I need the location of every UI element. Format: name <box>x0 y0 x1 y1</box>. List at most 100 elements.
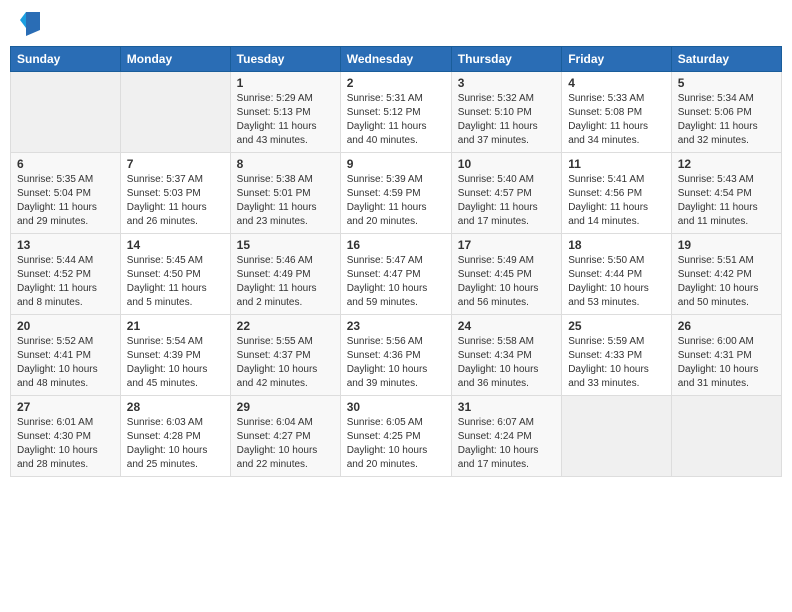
day-info: Sunrise: 5:29 AM Sunset: 5:13 PM Dayligh… <box>237 92 334 148</box>
day-number: 5 <box>678 76 775 90</box>
calendar-cell: 3Sunrise: 5:32 AM Sunset: 5:10 PM Daylig… <box>451 72 561 153</box>
calendar-cell: 11 Sunrise: 5:41 AM Sunset: 4:56 PM Dayli… <box>562 153 672 234</box>
calendar-week-5: 27 Sunrise: 6:01 AM Sunset: 4:30 PM Dayli… <box>11 396 782 477</box>
day-number: 26 <box>678 319 775 333</box>
day-number: 11 <box>568 157 665 171</box>
calendar-cell: 13 Sunrise: 5:44 AM Sunset: 4:52 PM Dayli… <box>11 234 121 315</box>
calendar-week-1: 1Sunrise: 5:29 AM Sunset: 5:13 PM Daylig… <box>11 72 782 153</box>
day-number: 29 <box>237 400 334 414</box>
calendar-cell: 20 Sunrise: 5:52 AM Sunset: 4:41 PM Dayli… <box>11 315 121 396</box>
day-info: Sunrise: 5:51 AM Sunset: 4:42 PM Dayligh… <box>678 254 775 310</box>
calendar-cell: 17Sunrise: 5:49 AM Sunset: 4:45 PM Dayli… <box>451 234 561 315</box>
day-info: Sunrise: 5:41 AM Sunset: 4:56 PM Dayligh… <box>568 173 665 229</box>
calendar-cell <box>562 396 672 477</box>
day-number: 2 <box>347 76 445 90</box>
day-number: 15 <box>237 238 334 252</box>
day-number: 30 <box>347 400 445 414</box>
calendar-cell: 4 Sunrise: 5:33 AM Sunset: 5:08 PM Daylig… <box>562 72 672 153</box>
logo <box>14 10 42 38</box>
weekday-header-friday: Friday <box>562 47 672 72</box>
day-number: 18 <box>568 238 665 252</box>
day-number: 31 <box>458 400 555 414</box>
calendar-cell: 23Sunrise: 5:56 AM Sunset: 4:36 PM Dayli… <box>340 315 451 396</box>
day-number: 10 <box>458 157 555 171</box>
day-number: 8 <box>237 157 334 171</box>
calendar-cell <box>120 72 230 153</box>
day-info: Sunrise: 5:55 AM Sunset: 4:37 PM Dayligh… <box>237 335 334 391</box>
calendar-week-2: 6Sunrise: 5:35 AM Sunset: 5:04 PM Daylig… <box>11 153 782 234</box>
day-number: 7 <box>127 157 224 171</box>
weekday-header-thursday: Thursday <box>451 47 561 72</box>
day-info: Sunrise: 5:33 AM Sunset: 5:08 PM Dayligh… <box>568 92 665 148</box>
calendar-cell <box>11 72 121 153</box>
day-info: Sunrise: 5:34 AM Sunset: 5:06 PM Dayligh… <box>678 92 775 148</box>
day-number: 19 <box>678 238 775 252</box>
calendar-cell: 19 Sunrise: 5:51 AM Sunset: 4:42 PM Dayli… <box>671 234 781 315</box>
day-info: Sunrise: 5:43 AM Sunset: 4:54 PM Dayligh… <box>678 173 775 229</box>
day-info: Sunrise: 5:58 AM Sunset: 4:34 PM Dayligh… <box>458 335 555 391</box>
calendar-cell: 9 Sunrise: 5:39 AM Sunset: 4:59 PM Daylig… <box>340 153 451 234</box>
day-number: 13 <box>17 238 114 252</box>
day-info: Sunrise: 5:45 AM Sunset: 4:50 PM Dayligh… <box>127 254 224 310</box>
calendar-cell: 12Sunrise: 5:43 AM Sunset: 4:54 PM Dayli… <box>671 153 781 234</box>
day-info: Sunrise: 5:44 AM Sunset: 4:52 PM Dayligh… <box>17 254 114 310</box>
day-number: 21 <box>127 319 224 333</box>
day-info: Sunrise: 6:01 AM Sunset: 4:30 PM Dayligh… <box>17 416 114 472</box>
day-number: 28 <box>127 400 224 414</box>
calendar-cell: 2Sunrise: 5:31 AM Sunset: 5:12 PM Daylig… <box>340 72 451 153</box>
day-info: Sunrise: 5:47 AM Sunset: 4:47 PM Dayligh… <box>347 254 445 310</box>
weekday-header-wednesday: Wednesday <box>340 47 451 72</box>
day-info: Sunrise: 6:00 AM Sunset: 4:31 PM Dayligh… <box>678 335 775 391</box>
day-info: Sunrise: 5:54 AM Sunset: 4:39 PM Dayligh… <box>127 335 224 391</box>
weekday-header-monday: Monday <box>120 47 230 72</box>
day-info: Sunrise: 5:52 AM Sunset: 4:41 PM Dayligh… <box>17 335 114 391</box>
day-info: Sunrise: 5:35 AM Sunset: 5:04 PM Dayligh… <box>17 173 114 229</box>
day-info: Sunrise: 5:46 AM Sunset: 4:49 PM Dayligh… <box>237 254 334 310</box>
calendar-cell: 28 Sunrise: 6:03 AM Sunset: 4:28 PM Dayli… <box>120 396 230 477</box>
day-info: Sunrise: 5:40 AM Sunset: 4:57 PM Dayligh… <box>458 173 555 229</box>
calendar-cell: 8 Sunrise: 5:38 AM Sunset: 5:01 PM Daylig… <box>230 153 340 234</box>
day-info: Sunrise: 5:37 AM Sunset: 5:03 PM Dayligh… <box>127 173 224 229</box>
day-number: 9 <box>347 157 445 171</box>
day-number: 16 <box>347 238 445 252</box>
calendar-cell: 21 Sunrise: 5:54 AM Sunset: 4:39 PM Dayli… <box>120 315 230 396</box>
calendar-cell: 15 Sunrise: 5:46 AM Sunset: 4:49 PM Dayli… <box>230 234 340 315</box>
calendar-week-3: 13 Sunrise: 5:44 AM Sunset: 4:52 PM Dayli… <box>11 234 782 315</box>
day-number: 20 <box>17 319 114 333</box>
day-info: Sunrise: 6:07 AM Sunset: 4:24 PM Dayligh… <box>458 416 555 472</box>
calendar-cell: 16 Sunrise: 5:47 AM Sunset: 4:47 PM Dayli… <box>340 234 451 315</box>
calendar-cell: 24 Sunrise: 5:58 AM Sunset: 4:34 PM Dayli… <box>451 315 561 396</box>
calendar-cell: 6Sunrise: 5:35 AM Sunset: 5:04 PM Daylig… <box>11 153 121 234</box>
calendar-cell: 18 Sunrise: 5:50 AM Sunset: 4:44 PM Dayli… <box>562 234 672 315</box>
day-number: 3 <box>458 76 555 90</box>
day-number: 4 <box>568 76 665 90</box>
calendar-cell: 14 Sunrise: 5:45 AM Sunset: 4:50 PM Dayli… <box>120 234 230 315</box>
day-info: Sunrise: 5:50 AM Sunset: 4:44 PM Dayligh… <box>568 254 665 310</box>
day-number: 24 <box>458 319 555 333</box>
day-info: Sunrise: 6:03 AM Sunset: 4:28 PM Dayligh… <box>127 416 224 472</box>
calendar-cell: 31 Sunrise: 6:07 AM Sunset: 4:24 PM Dayli… <box>451 396 561 477</box>
day-info: Sunrise: 5:39 AM Sunset: 4:59 PM Dayligh… <box>347 173 445 229</box>
calendar-cell: 25Sunrise: 5:59 AM Sunset: 4:33 PM Dayli… <box>562 315 672 396</box>
calendar-cell: 29 Sunrise: 6:04 AM Sunset: 4:27 PM Dayli… <box>230 396 340 477</box>
day-number: 22 <box>237 319 334 333</box>
calendar-cell: 26 Sunrise: 6:00 AM Sunset: 4:31 PM Dayli… <box>671 315 781 396</box>
day-number: 23 <box>347 319 445 333</box>
calendar-cell: 7 Sunrise: 5:37 AM Sunset: 5:03 PM Daylig… <box>120 153 230 234</box>
day-info: Sunrise: 5:38 AM Sunset: 5:01 PM Dayligh… <box>237 173 334 229</box>
calendar-cell: 5 Sunrise: 5:34 AM Sunset: 5:06 PM Daylig… <box>671 72 781 153</box>
day-number: 14 <box>127 238 224 252</box>
calendar-cell <box>671 396 781 477</box>
page-header <box>10 10 782 38</box>
day-info: Sunrise: 6:04 AM Sunset: 4:27 PM Dayligh… <box>237 416 334 472</box>
day-info: Sunrise: 5:49 AM Sunset: 4:45 PM Dayligh… <box>458 254 555 310</box>
calendar-table: SundayMondayTuesdayWednesdayThursdayFrid… <box>10 46 782 477</box>
calendar-week-4: 20 Sunrise: 5:52 AM Sunset: 4:41 PM Dayli… <box>11 315 782 396</box>
weekday-header-tuesday: Tuesday <box>230 47 340 72</box>
logo-icon <box>18 10 42 38</box>
weekday-header-sunday: Sunday <box>11 47 121 72</box>
day-number: 27 <box>17 400 114 414</box>
calendar-cell: 30Sunrise: 6:05 AM Sunset: 4:25 PM Dayli… <box>340 396 451 477</box>
weekday-header-saturday: Saturday <box>671 47 781 72</box>
calendar-cell: 27 Sunrise: 6:01 AM Sunset: 4:30 PM Dayli… <box>11 396 121 477</box>
